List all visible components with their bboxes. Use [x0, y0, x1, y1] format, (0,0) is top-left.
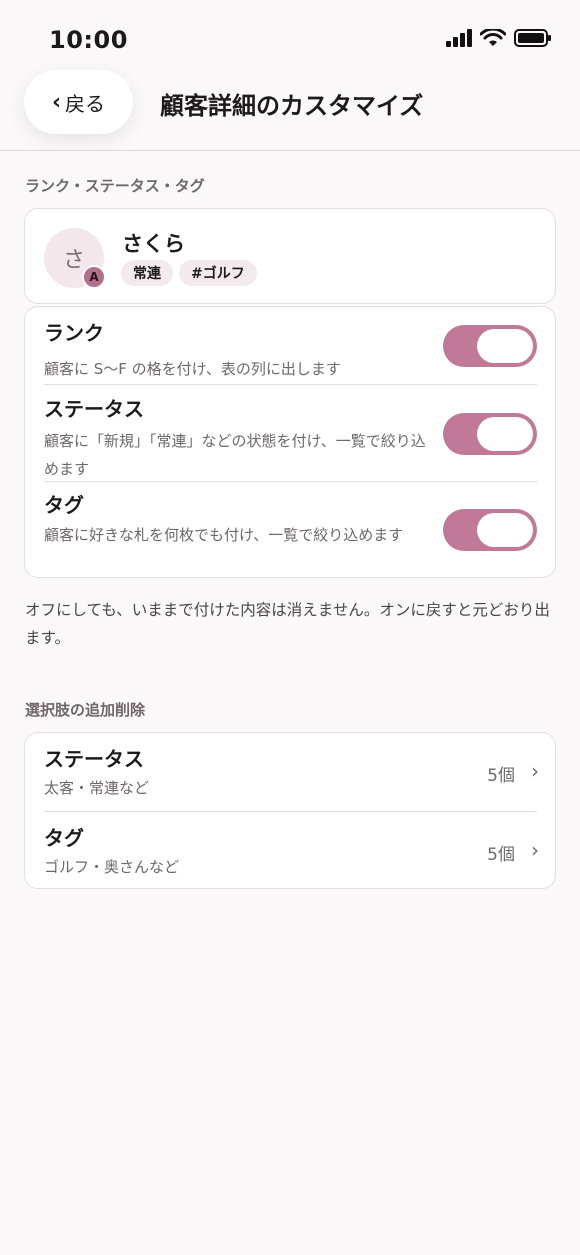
- chip-row: 常連 #ゴルフ: [121, 260, 257, 286]
- choice-title: ステータス: [44, 747, 144, 771]
- section-label-rank-status-tag: ランク・ステータス・タグ: [25, 177, 205, 195]
- choice-count: 5個: [487, 766, 515, 786]
- status-chip: 常連: [121, 260, 173, 286]
- chevron-right-icon: ›: [531, 838, 539, 862]
- chevron-left-icon: ‹: [51, 89, 62, 115]
- choice-subtitle: 太客・常連など: [44, 779, 150, 797]
- status-time: 10:00: [49, 26, 128, 54]
- status-bar: 10:00: [0, 0, 580, 80]
- rank-badge: A: [82, 265, 106, 289]
- toggle-row-status: ステータス 顧客に「新規」「常連」などの状態を付け、一覧で絞り込めます: [44, 393, 537, 483]
- profile-name: さくら: [122, 232, 185, 256]
- header-divider: [0, 150, 580, 151]
- choice-count: 5個: [487, 845, 515, 865]
- toggle-knob: [477, 513, 533, 547]
- rank-toggle[interactable]: [443, 325, 537, 367]
- toggle-description: 顧客に「新規」「常連」などの状態を付け、一覧で絞り込めます: [44, 432, 426, 478]
- choices-card: ステータス 太客・常連など 5個 › タグ ゴルフ・奥さんなど 5個 ›: [24, 732, 556, 889]
- tag-chip: #ゴルフ: [179, 260, 257, 286]
- back-label: 戻る: [65, 91, 106, 116]
- toggle-knob: [477, 329, 533, 363]
- choice-subtitle: ゴルフ・奥さんなど: [44, 858, 180, 876]
- status-toggle[interactable]: [443, 413, 537, 455]
- toggle-row-tag: タグ 顧客に好きな札を何枚でも付け、一覧で絞り込めます: [44, 489, 537, 579]
- choice-row-tag[interactable]: タグ ゴルフ・奥さんなど 5個 ›: [25, 812, 557, 890]
- chevron-right-icon: ›: [531, 759, 539, 783]
- toggle-title: ステータス: [44, 397, 144, 421]
- toggle-title: タグ: [44, 493, 84, 517]
- toggle-description: 顧客に S〜F の格を付け、表の列に出します: [44, 360, 341, 378]
- toggle-knob: [477, 417, 533, 451]
- choice-title: タグ: [44, 826, 84, 850]
- wifi-icon: [480, 29, 506, 46]
- choice-row-status[interactable]: ステータス 太客・常連など 5個 ›: [25, 733, 557, 811]
- header: ‹ 戻る 顧客詳細のカスタマイズ: [0, 70, 580, 150]
- row-divider: [44, 481, 537, 482]
- signal-icon: [446, 29, 472, 47]
- back-button[interactable]: ‹ 戻る: [24, 70, 133, 134]
- avatar-initial: さ: [62, 248, 85, 273]
- toggle-row-rank: ランク 顧客に S〜F の格を付け、表の列に出します: [44, 317, 537, 385]
- feature-toggles-card: ランク 顧客に S〜F の格を付け、表の列に出します ステータス 顧客に「新規」…: [24, 306, 556, 578]
- row-divider: [44, 384, 537, 385]
- tag-toggle[interactable]: [443, 509, 537, 551]
- page-title: 顧客詳細のカスタマイズ: [160, 92, 424, 120]
- toggle-title: ランク: [44, 321, 104, 345]
- section-label-choices: 選択肢の追加削除: [25, 701, 146, 719]
- battery-icon: [514, 29, 551, 47]
- status-icons: [446, 29, 552, 47]
- toggle-footnote: オフにしても、いままで付けた内容は消えません。オンに戻すと元どおり出ます。: [25, 601, 550, 647]
- toggle-description: 顧客に好きな札を何枚でも付け、一覧で絞り込めます: [44, 526, 404, 544]
- profile-preview-card: さ A さくら 常連 #ゴルフ: [24, 208, 556, 304]
